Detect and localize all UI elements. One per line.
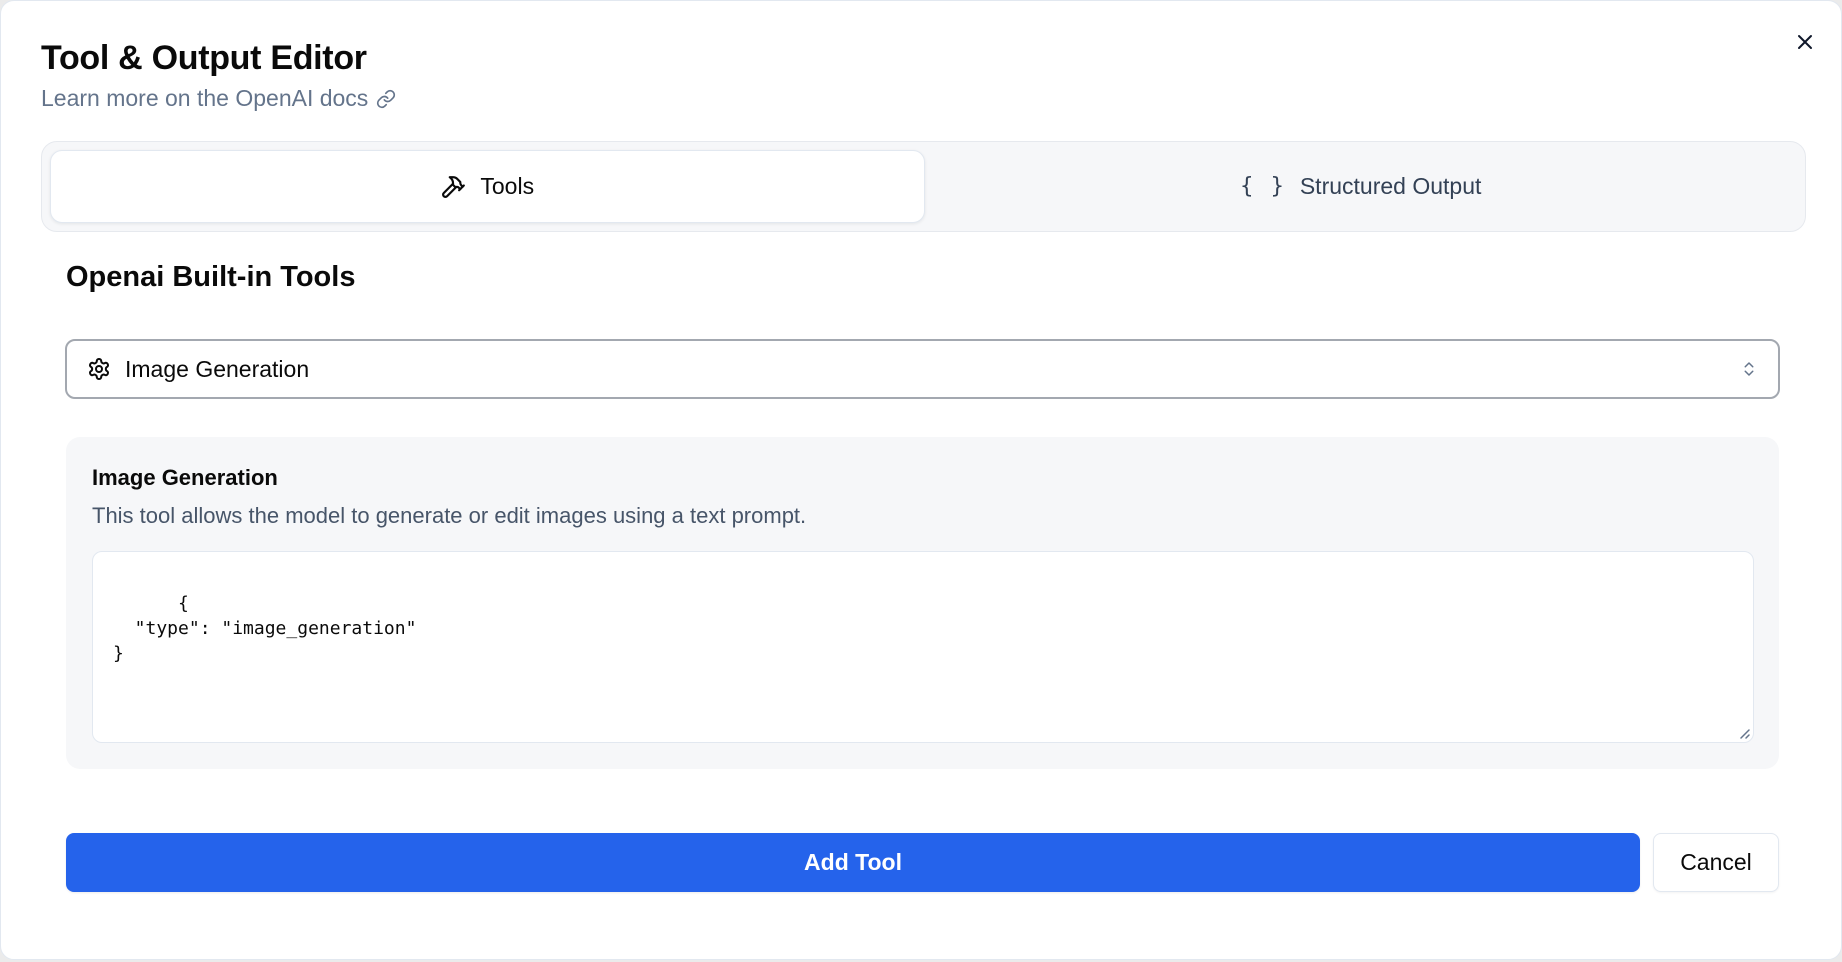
tool-select-value: Image Generation (125, 355, 310, 382)
close-icon (1798, 35, 1812, 49)
chevrons-up-down-icon (1744, 362, 1754, 376)
cancel-button[interactable]: Cancel (1653, 833, 1779, 892)
hammer-icon (442, 175, 466, 198)
gear-icon (89, 358, 109, 380)
resize-handle-icon[interactable] (1735, 724, 1751, 740)
docs-link-label: Learn more on the OpenAI docs (41, 85, 369, 111)
dialog-title: Tool & Output Editor (41, 39, 367, 77)
tool-select[interactable]: Image Generation (65, 339, 1780, 399)
tab-structured-output-label: Structured Output (1299, 173, 1482, 199)
docs-link[interactable]: Learn more on the OpenAI docs (41, 85, 396, 112)
braces-icon: { } (1240, 174, 1286, 199)
tab-tools-label: Tools (480, 173, 535, 199)
link-icon (377, 89, 396, 108)
section-heading: Openai Built-in Tools (66, 261, 356, 293)
close-button[interactable] (1788, 25, 1822, 59)
tab-list: Tools { } Structured Output (41, 141, 1806, 232)
tool-json-content: { "type": "image_generation" } (113, 593, 417, 664)
tool-detail-description: This tool allows the model to generate o… (92, 503, 807, 528)
tool-output-editor-dialog: Tool & Output Editor Learn more on the O… (0, 0, 1842, 960)
tool-detail-title: Image Generation (92, 465, 278, 490)
tab-tools[interactable]: Tools (50, 150, 925, 223)
tool-detail-panel: Image Generation This tool allows the mo… (66, 437, 1779, 769)
tool-json-editor[interactable]: { "type": "image_generation" } (92, 551, 1754, 743)
add-tool-button[interactable]: Add Tool (66, 833, 1640, 892)
tab-structured-output[interactable]: { } Structured Output (925, 150, 1798, 223)
